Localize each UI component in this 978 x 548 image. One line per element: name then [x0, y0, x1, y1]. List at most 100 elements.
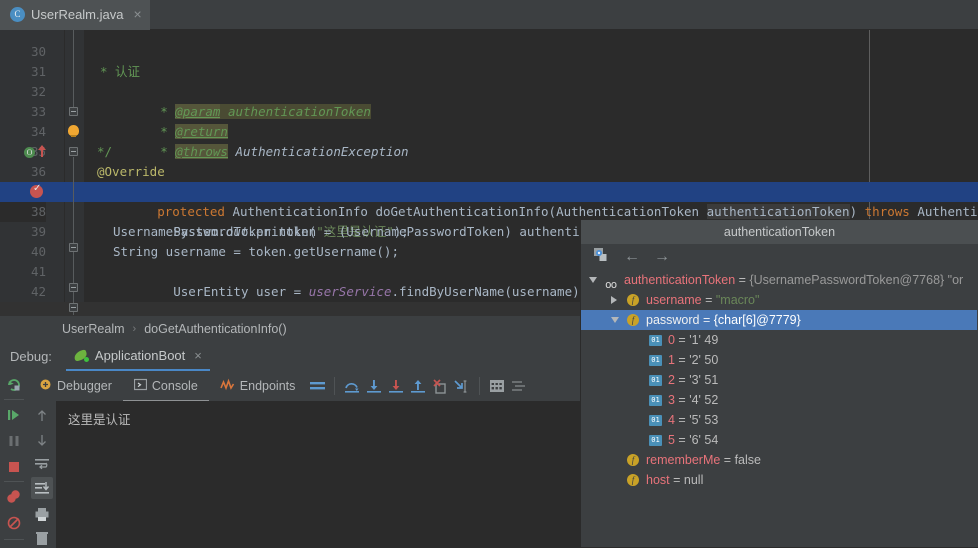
chevron-down-icon[interactable]: [589, 277, 597, 283]
lightbulb-icon[interactable]: [68, 125, 79, 137]
soft-wrap-icon[interactable]: [307, 375, 327, 397]
variable-row[interactable]: f password = {char[6]@7779}: [581, 310, 977, 330]
variable-row[interactable]: 01 0 = '1' 49: [581, 330, 977, 350]
variable-row[interactable]: f username = "macro": [581, 290, 977, 310]
primitive-icon: 01: [649, 335, 662, 346]
tab-endpoints[interactable]: Endpoints: [209, 371, 307, 401]
override-method-icon[interactable]: O: [24, 147, 35, 158]
variable-value: '6' 54: [689, 433, 719, 447]
code-line-35[interactable]: 35 @Override: [0, 122, 978, 179]
variables-tree[interactable]: oo authenticationToken = {UsernamePasswor…: [581, 270, 977, 547]
variable-value: false: [734, 453, 761, 467]
variable-value: '5' 53: [689, 413, 719, 427]
code-line-30[interactable]: 30 * 认证: [0, 30, 978, 79]
variables-panel-toolbar: ← →: [581, 244, 978, 270]
variable-row[interactable]: 01 5 = '6' 54: [581, 430, 977, 450]
debugger-icon: [39, 378, 52, 394]
primitive-icon: 01: [649, 415, 662, 426]
close-icon[interactable]: ×: [194, 348, 202, 363]
variable-row[interactable]: 01 1 = '2' 50: [581, 350, 977, 370]
force-step-into-icon[interactable]: [386, 375, 406, 397]
tab-debugger[interactable]: Debugger: [28, 371, 123, 401]
override-arrow-icon: [38, 145, 46, 157]
variable-name: 1: [668, 353, 675, 367]
debug-run-config-tab[interactable]: ApplicationBoot ×: [65, 341, 210, 371]
soft-wrap-console-icon[interactable]: [31, 453, 53, 475]
variable-value: null: [683, 473, 704, 487]
code-line-34[interactable]: 34 */: [0, 102, 978, 159]
primitive-icon: 01: [649, 355, 662, 366]
code-line-38-current[interactable]: 38 UsernamePasswordToken token = (Userna…: [0, 182, 978, 259]
variable-row[interactable]: 01 2 = '3' 51: [581, 370, 977, 390]
step-out-icon[interactable]: [408, 375, 428, 397]
tab-console[interactable]: Console: [122, 371, 209, 401]
variable-name: 0: [668, 333, 675, 347]
variable-equals: =: [699, 313, 714, 327]
variable-text: 4 = '5' 53: [668, 410, 718, 430]
variable-text: 3 = '4' 52: [668, 390, 718, 410]
step-over-icon[interactable]: [342, 375, 362, 397]
variable-row[interactable]: oo authenticationToken = {UsernamePasswor…: [581, 270, 977, 291]
variable-equals: =: [701, 293, 716, 307]
code-fold-icon[interactable]: [69, 303, 78, 312]
variable-value: '2' 50: [689, 353, 719, 367]
back-icon[interactable]: ←: [624, 248, 640, 266]
variables-inspect-panel[interactable]: authenticationToken ← → oo authentication…: [580, 219, 978, 548]
chevron-down-icon[interactable]: [611, 317, 619, 323]
console-icon: [133, 378, 148, 394]
variable-equals: =: [720, 453, 735, 467]
mute-breakpoints-icon[interactable]: [2, 511, 26, 535]
debug-label: Debug:: [10, 348, 52, 364]
forward-icon[interactable]: →: [654, 248, 670, 266]
code-fold-icon[interactable]: [69, 147, 78, 156]
resume-program-icon[interactable]: [2, 403, 26, 427]
close-icon[interactable]: ×: [133, 7, 141, 21]
debug-action-rail: [0, 371, 28, 548]
chevron-right-icon[interactable]: [611, 296, 617, 304]
code-fold-icon[interactable]: [69, 243, 78, 252]
scroll-to-end-icon[interactable]: [31, 477, 53, 499]
code-line-36[interactable]: 36 protected AuthenticationInfo doGetAut…: [0, 142, 978, 219]
breadcrumb-separator: ›: [132, 322, 137, 335]
variable-row[interactable]: f rememberMe = false: [581, 450, 977, 470]
clear-all-icon[interactable]: [31, 527, 53, 548]
scroll-down-icon[interactable]: [31, 429, 53, 451]
run-to-cursor-icon[interactable]: [452, 375, 472, 397]
scroll-up-icon[interactable]: [31, 405, 53, 427]
print-icon[interactable]: [31, 503, 53, 525]
verified-breakpoint-icon[interactable]: [30, 182, 43, 198]
editor-tab-userrealm[interactable]: C UserRealm.java ×: [0, 0, 150, 30]
variable-text: rememberMe = false: [646, 450, 761, 470]
code-line-33[interactable]: 33 * @throws AuthenticationException: [0, 82, 978, 159]
code-line-37[interactable]: 37 System.out.println("这里是认证");: [0, 162, 978, 239]
inspect-icon[interactable]: [593, 247, 610, 268]
field-icon: f: [627, 454, 639, 466]
editor-tab-label: UserRealm.java: [31, 6, 124, 22]
variable-row[interactable]: f host = null: [581, 470, 977, 490]
variable-text: 0 = '1' 49: [668, 330, 718, 350]
variable-row[interactable]: 01 4 = '5' 53: [581, 410, 977, 430]
breadcrumb-item-method[interactable]: doGetAuthenticationInfo(): [144, 322, 286, 336]
evaluate-expression-icon[interactable]: [487, 375, 507, 397]
variable-value: "macro": [715, 293, 760, 307]
code-line-32[interactable]: 32 * @return: [0, 62, 978, 139]
variable-text: username = "macro": [646, 290, 759, 310]
stop-icon[interactable]: [2, 455, 26, 479]
variable-name: rememberMe: [646, 453, 721, 467]
debug-window-header: Debug: ApplicationBoot ×: [0, 341, 580, 371]
variable-equals: =: [674, 373, 690, 387]
code-line-31[interactable]: 31 * @param authenticationToken: [0, 42, 978, 119]
variable-name: 5: [668, 433, 675, 447]
view-breakpoints-icon[interactable]: [2, 485, 26, 509]
variable-text: authenticationToken = {UsernamePasswordT…: [624, 270, 963, 290]
code-fold-icon[interactable]: [69, 107, 78, 116]
drop-frame-icon[interactable]: [430, 375, 450, 397]
code-fold-icon[interactable]: [69, 283, 78, 292]
settings-layout-icon[interactable]: [509, 375, 529, 397]
rerun-icon[interactable]: [2, 373, 26, 397]
breadcrumb-item-class[interactable]: UserRealm: [62, 322, 125, 336]
variable-row[interactable]: 01 3 = '4' 52: [581, 390, 977, 410]
console-output-panel[interactable]: 这里是认证: [28, 401, 580, 548]
step-into-icon[interactable]: [364, 375, 384, 397]
tab-label: Endpoints: [239, 379, 296, 393]
